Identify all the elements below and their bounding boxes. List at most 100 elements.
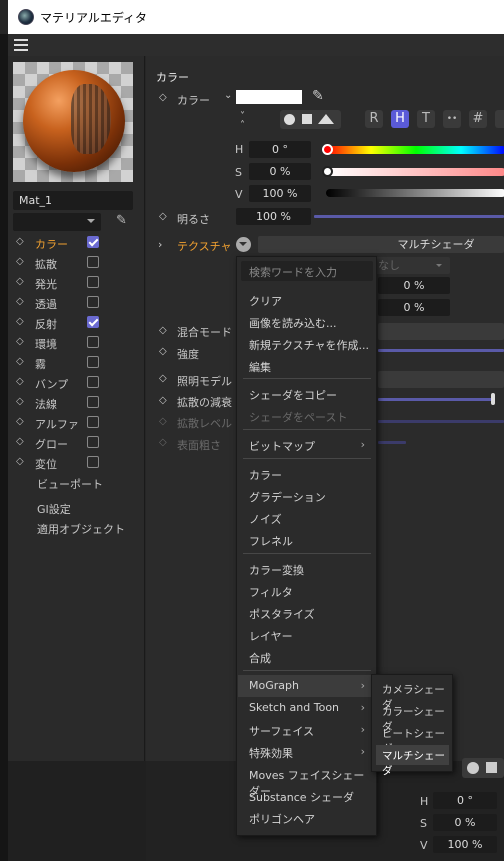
menu-item-fusion[interactable]: 合成 [238,646,375,668]
channel-transparency[interactable]: ◇ 透過 [8,293,145,313]
keyframe-diamond-icon[interactable]: ◇ [16,316,24,327]
menu-item-substance-shader[interactable]: Substance シェーダ [238,785,375,807]
material-preview[interactable] [13,62,133,182]
mode-mixer-button[interactable]: •• [443,110,461,128]
channel-checkbox[interactable] [87,276,99,288]
channel-glow[interactable]: ◇ グロー [8,433,145,453]
hue-slider[interactable] [326,146,504,154]
submenu-item-multi-shader[interactable]: マルチシェーダ [376,745,449,777]
blur-offset-field[interactable]: 0 % [378,277,450,294]
assignment-item[interactable]: 適用オブジェクト [37,521,125,537]
channel-checkbox[interactable] [87,296,99,308]
keyframe-diamond-icon[interactable]: ◇ [16,236,24,247]
material-preset-dropdown[interactable] [13,213,101,231]
keyframe-diamond-icon[interactable]: ◇ [16,256,24,267]
saturation-slider[interactable] [326,168,504,176]
channel-checkbox[interactable] [87,316,99,328]
sphere-icon[interactable] [467,762,479,774]
keyframe-diamond-icon[interactable]: ◇ [159,211,167,222]
channel-checkbox[interactable] [87,376,99,388]
channel-luminance[interactable]: ◇ 発光 [8,273,145,293]
keyframe-diamond-icon[interactable]: ◇ [16,296,24,307]
menu-item-effects[interactable]: 特殊効果 › [238,741,375,763]
channel-checkbox[interactable] [87,396,99,408]
menu-item-polygon-hair[interactable]: ポリゴンヘア [238,807,375,829]
keyframe-diamond-icon[interactable]: ◇ [159,92,167,103]
menu-item-bitmap[interactable]: ビットマップ › [238,434,375,456]
keyframe-diamond-icon[interactable]: ◇ [16,436,24,447]
keyframe-diamond-icon[interactable]: ◇ [159,325,167,336]
menu-item-gradient[interactable]: グラデーション [238,485,375,507]
channel-checkbox[interactable] [87,236,99,248]
channel-displacement[interactable]: ◇ 変位 [8,453,145,473]
viewport-item[interactable]: ビューポート [37,476,103,492]
channel-bump[interactable]: ◇ バンプ [8,373,145,393]
channel-reflectance[interactable]: ◇ 反射 [8,313,145,333]
eyedropper-icon[interactable]: ✎ [312,88,324,104]
menu-item-clear[interactable]: クリア [238,289,375,311]
menu-item-posterizer[interactable]: ポスタライズ [238,602,375,624]
hue-knob[interactable] [322,144,333,155]
channel-color[interactable]: ◇ カラー [8,233,145,253]
menu-item-color[interactable]: カラー [238,463,375,485]
channel-checkbox[interactable] [87,336,99,348]
channel-checkbox[interactable] [87,416,99,428]
material-name-field[interactable]: Mat_1 [13,191,133,210]
mode-rgb-button[interactable]: R [365,110,383,128]
square-icon[interactable] [302,114,312,124]
menu-item-edit[interactable]: 編集 [238,355,375,377]
value-slider[interactable] [326,189,504,197]
keyframe-diamond-icon[interactable]: ◇ [16,396,24,407]
mode-hsv-button[interactable]: H [391,110,409,128]
texture-menu-button[interactable] [236,237,251,252]
hamburger-menu-icon[interactable] [14,39,28,51]
keyframe-diamond-icon[interactable]: ◇ [159,395,167,406]
chevron-down-icon[interactable]: ⌄ [224,90,232,101]
channel-alpha[interactable]: ◇ アルファ [8,413,145,433]
channel-checkbox[interactable] [87,456,99,468]
channel-environment[interactable]: ◇ 環境 [8,333,145,353]
eyedropper-icon[interactable]: ✎ [116,213,134,231]
menu-item-filter[interactable]: フィルタ [238,580,375,602]
mix-mode-dropdown[interactable] [378,323,504,340]
channel-checkbox[interactable] [87,256,99,268]
texture-shader-bar[interactable]: マルチシェーダ [258,236,504,253]
menu-item-load-image[interactable]: 画像を読み込む... [238,311,375,333]
keyframe-diamond-icon[interactable]: ◇ [16,456,24,467]
diffuse-falloff-slider[interactable] [378,398,494,401]
menu-item-fresnel[interactable]: フレネル [238,529,375,551]
menu-item-mograph[interactable]: MoGraph › [238,675,375,697]
hue-field[interactable]: 0 ° [433,792,497,809]
keyframe-diamond-icon[interactable]: ◇ [16,276,24,287]
expand-collapse-icon[interactable]: ˅ ˄ [240,112,245,131]
menu-item-copy-shader[interactable]: シェーダをコピー [238,383,375,405]
menu-item-surfaces[interactable]: サーフェイス › [238,719,375,741]
keyframe-diamond-icon[interactable]: ◇ [16,376,24,387]
menu-item-sketch-toon[interactable]: Sketch and Toon › [238,697,375,719]
channel-normal[interactable]: ◇ 法線 [8,393,145,413]
menu-item-moves-face-shader[interactable]: Moves フェイスシェーダー [238,763,375,798]
menu-item-noise[interactable]: ノイズ [238,507,375,529]
mode-more-button[interactable] [495,110,504,128]
brightness-slider[interactable] [314,215,504,218]
submenu-item-beat-shader[interactable]: ビートシェーダ [376,723,449,755]
saturation-field[interactable]: 0 % [249,163,311,180]
gi-settings-item[interactable]: GI設定 [37,501,71,517]
channel-diffuse[interactable]: ◇ 拡散 [8,253,145,273]
sphere-icon[interactable] [284,114,295,125]
menu-item-color-correction[interactable]: カラー変換 [238,558,375,580]
color-swatch[interactable] [236,90,302,104]
mix-strength-slider[interactable] [378,349,504,352]
mode-temperature-button[interactable]: T [417,110,435,128]
keyframe-diamond-icon[interactable]: ◇ [16,356,24,367]
submenu-item-camera-shader[interactable]: カメラシェーダ [376,679,449,711]
menu-item-new-texture[interactable]: 新規テクスチャを作成... [238,333,375,355]
submenu-item-color-shader[interactable]: カラーシェーダ [376,701,449,733]
hue-field[interactable]: 0 ° [249,141,311,158]
landscape-icon[interactable] [318,114,334,124]
blur-scale-field[interactable]: 0 % [378,299,450,316]
channel-checkbox[interactable] [87,356,99,368]
slider-handle[interactable] [491,393,495,405]
keyframe-diamond-icon[interactable]: ◇ [16,336,24,347]
illumination-model-dropdown[interactable] [378,371,504,388]
